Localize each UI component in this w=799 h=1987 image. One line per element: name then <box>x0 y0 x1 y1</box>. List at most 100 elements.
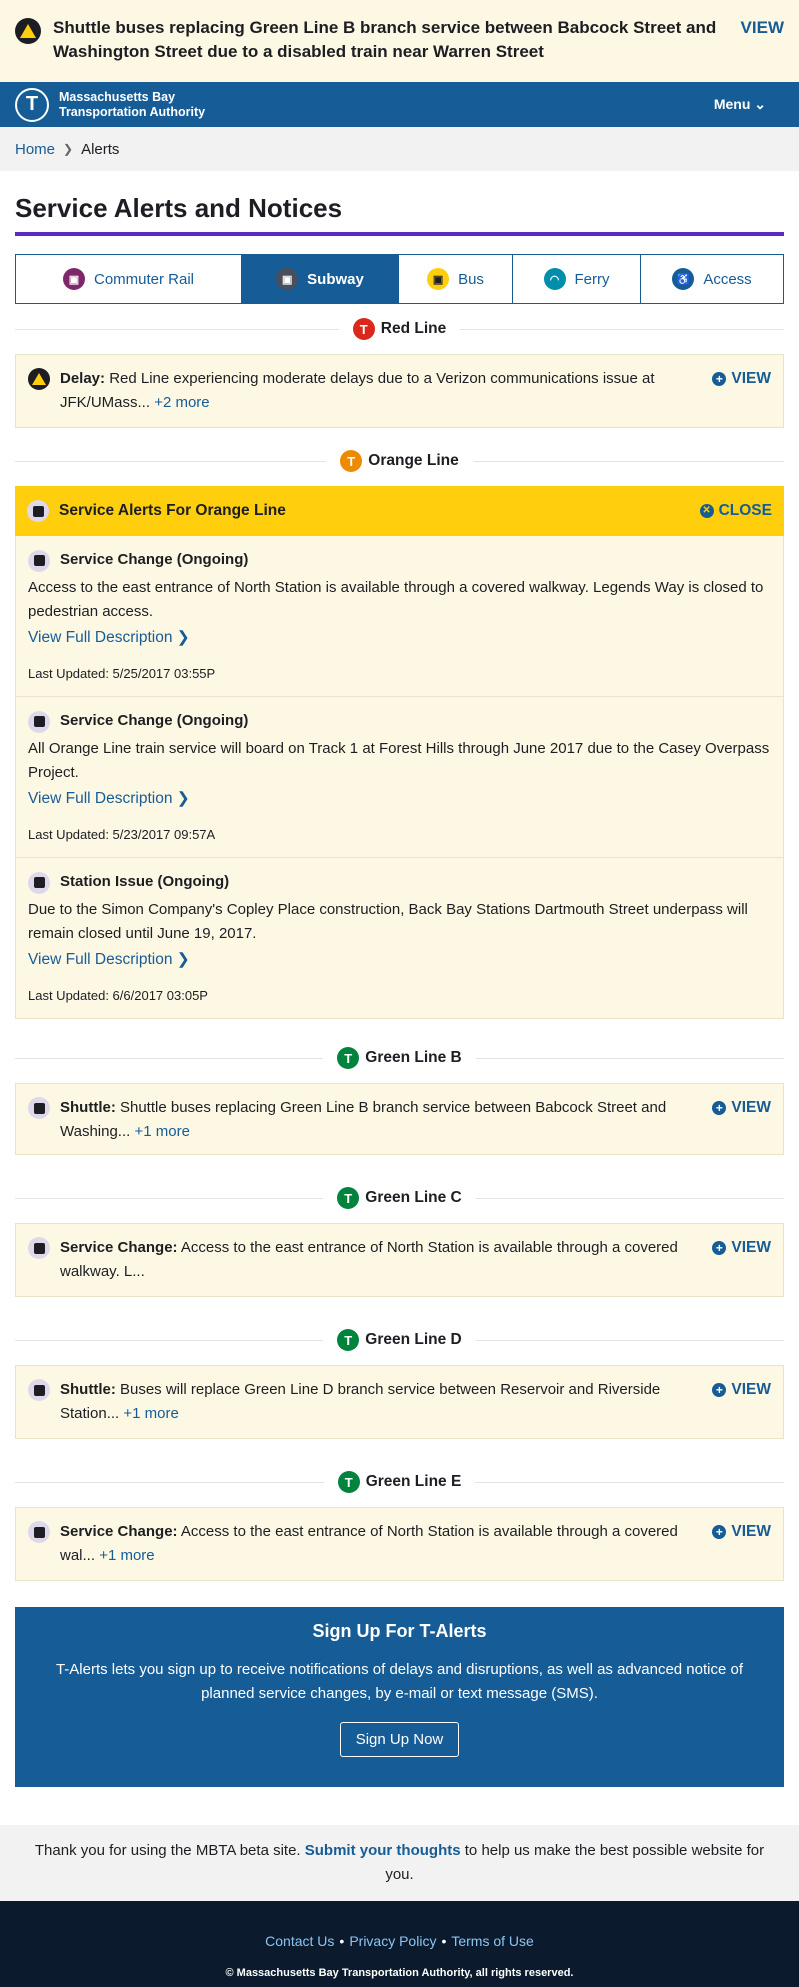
more-link[interactable]: +1 more <box>99 1547 154 1564</box>
view-full-description-link[interactable]: View Full Description ❯ <box>28 787 771 811</box>
tab-label: Access <box>703 270 752 288</box>
alert-summary-green-line-d: Shuttle: Buses will replace Green Line D… <box>15 1365 784 1439</box>
route-heading-green-line-c: T Green Line C <box>15 1173 784 1223</box>
copyright: © Massachusetts Bay Transportation Autho… <box>225 1967 574 1979</box>
route-heading-red-line: T Red Line <box>15 304 784 354</box>
view-button[interactable]: + VIEW <box>712 1236 771 1260</box>
orange-line-icon: T <box>340 450 363 472</box>
breadcrumb: Home ❯ Alerts <box>0 127 799 171</box>
service-change-icon <box>28 710 50 733</box>
separator-dot: • <box>441 1933 447 1949</box>
org-name-line1: Massachusetts Bay <box>59 89 176 104</box>
alert-text: Service Change: Access to the east entra… <box>60 1520 696 1568</box>
view-label: VIEW <box>731 1381 771 1398</box>
bus-icon: ▣ <box>427 268 450 290</box>
route-name: Green Line C <box>365 1189 462 1206</box>
top-alert-banner: Shuttle buses replacing Green Line B bra… <box>0 0 799 82</box>
alert-description: All Orange Line train service will board… <box>28 740 770 781</box>
view-button[interactable]: + VIEW <box>712 1378 771 1402</box>
last-updated: Last Updated: 6/6/2017 03:05P <box>28 988 208 1003</box>
submit-thoughts-link[interactable]: Submit your thoughts <box>305 1842 461 1859</box>
commuter-rail-icon: ▣ <box>62 268 85 290</box>
view-full-description-link[interactable]: View Full Description ❯ <box>28 626 771 650</box>
view-button[interactable]: + VIEW <box>712 1520 771 1544</box>
contact-us-link[interactable]: Contact Us <box>265 1933 334 1949</box>
route-name: Orange Line <box>368 452 459 469</box>
last-updated: Last Updated: 5/25/2017 03:55P <box>28 666 216 681</box>
expanded-title: Service Alerts For Orange Line <box>59 502 286 519</box>
close-label: CLOSE <box>718 502 772 519</box>
station-issue-icon <box>28 871 50 894</box>
view-button[interactable]: + VIEW <box>712 367 771 391</box>
alert-text: Shuttle: Shuttle buses replacing Green L… <box>60 1096 696 1144</box>
org-name-line2: Transportation Authority <box>59 104 206 119</box>
service-change-icon <box>28 549 50 572</box>
green-line-icon: T <box>337 1471 360 1493</box>
alert-title: Station Issue (Ongoing) <box>60 873 230 890</box>
alert-kind: Shuttle: <box>60 1099 116 1116</box>
alert-description: Due to the Simon Company's Copley Place … <box>28 901 748 942</box>
more-link[interactable]: +1 more <box>134 1123 189 1140</box>
page-title: Service Alerts and Notices <box>15 193 784 236</box>
plus-circle-icon: + <box>712 1101 727 1115</box>
privacy-policy-link[interactable]: Privacy Policy <box>349 1933 436 1949</box>
beta-text-before: Thank you for using the MBTA beta site. <box>34 1842 305 1859</box>
tab-bus[interactable]: ▣ Bus <box>399 255 513 303</box>
subway-icon: ▣ <box>276 268 299 290</box>
green-line-icon: T <box>337 1329 360 1351</box>
alert-detail: Service Change (Ongoing) All Orange Line… <box>15 697 784 858</box>
tab-subway[interactable]: ▣ Subway <box>242 255 399 303</box>
shuttle-icon <box>28 1097 50 1119</box>
banner-text: Shuttle buses replacing Green Line B bra… <box>53 18 717 61</box>
alert-summary-green-line-e: Service Change: Access to the east entra… <box>15 1507 784 1581</box>
route-name: Green Line E <box>365 1473 462 1490</box>
alert-kind: Service Change: <box>60 1239 178 1256</box>
signup-text: T-Alerts lets you sign up to receive not… <box>55 1661 744 1702</box>
sign-up-button[interactable]: Sign Up Now <box>339 1722 460 1757</box>
wheelchair-icon: ♿ <box>672 268 695 290</box>
shuttle-icon <box>28 1379 50 1401</box>
more-link[interactable]: +1 more <box>123 1405 178 1422</box>
tab-access[interactable]: ♿ Access <box>641 255 783 303</box>
service-change-icon <box>28 1237 50 1259</box>
separator-dot: • <box>339 1933 345 1949</box>
site-header: T Massachusetts Bay Transportation Autho… <box>0 82 799 127</box>
alert-summary-green-line-c: Service Change: Access to the east entra… <box>15 1223 784 1297</box>
plus-circle-icon: + <box>712 372 727 386</box>
route-name: Green Line D <box>365 1331 462 1348</box>
service-change-icon <box>28 1521 50 1543</box>
alert-summary: Red Line experiencing moderate delays du… <box>60 370 655 411</box>
close-button[interactable]: ✕ CLOSE <box>699 502 772 520</box>
more-link[interactable]: +2 more <box>154 394 209 411</box>
orange-line-alerts-header: Service Alerts For Orange Line ✕ CLOSE <box>15 486 784 536</box>
org-name[interactable]: Massachusetts Bay Transportation Authori… <box>59 90 714 120</box>
view-full-description-link[interactable]: View Full Description ❯ <box>28 948 771 972</box>
plus-circle-icon: + <box>712 1383 727 1397</box>
alert-detail: Station Issue (Ongoing) Due to the Simon… <box>15 858 784 1019</box>
plus-circle-icon: + <box>712 1525 727 1539</box>
view-button[interactable]: + VIEW <box>712 1096 771 1120</box>
alert-kind: Service Change: <box>60 1523 178 1540</box>
alert-kind: Shuttle: <box>60 1381 116 1398</box>
warning-icon <box>15 18 41 44</box>
banner-view-link[interactable]: VIEW <box>741 18 784 38</box>
signup-title: Sign Up For T-Alerts <box>312 1621 487 1641</box>
alert-description: Access to the east entrance of North Sta… <box>28 579 764 620</box>
beta-feedback: Thank you for using the MBTA beta site. … <box>0 1825 799 1901</box>
chevron-right-icon: ❯ <box>63 142 74 156</box>
tab-ferry[interactable]: ◠ Ferry <box>513 255 641 303</box>
view-label: VIEW <box>731 1523 771 1540</box>
plus-circle-icon: + <box>712 1241 727 1255</box>
warning-icon <box>28 368 50 390</box>
view-label: VIEW <box>731 1239 771 1256</box>
breadcrumb-home[interactable]: Home <box>15 141 55 158</box>
alert-text: Service Change: Access to the east entra… <box>60 1236 696 1284</box>
menu-button[interactable]: Menu ⌄ <box>714 96 766 113</box>
last-updated: Last Updated: 5/23/2017 09:57A <box>28 827 216 842</box>
terms-of-use-link[interactable]: Terms of Use <box>451 1933 533 1949</box>
tab-commuter-rail[interactable]: ▣ Commuter Rail <box>16 255 242 303</box>
site-footer: Contact Us • Privacy Policy • Terms of Use ©… <box>0 1901 799 1987</box>
service-change-icon <box>27 500 49 522</box>
alert-kind: Delay: <box>60 370 106 387</box>
mbta-logo[interactable]: T <box>15 87 49 122</box>
